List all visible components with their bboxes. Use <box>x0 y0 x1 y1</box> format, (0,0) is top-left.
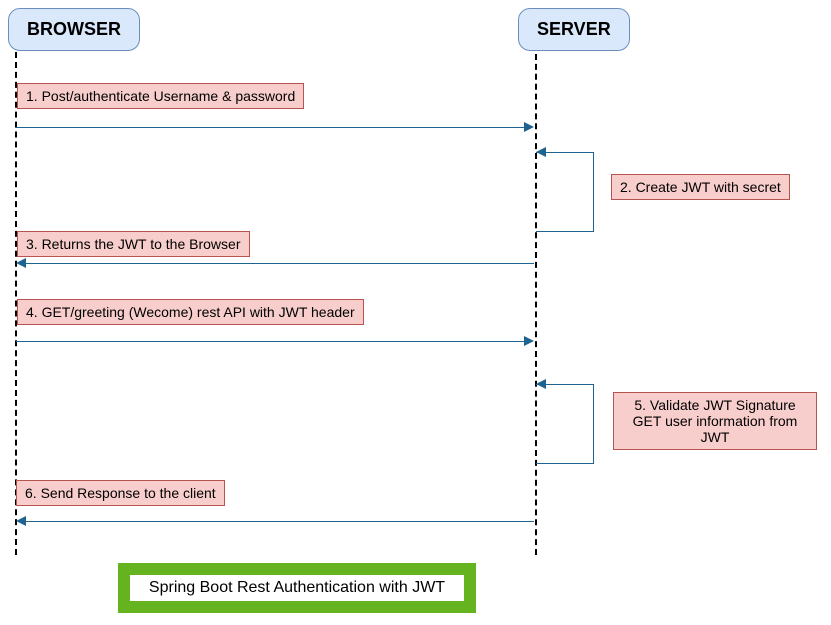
msg-step1: 1. Post/authenticate Username & password <box>17 83 304 109</box>
lifeline-server <box>535 54 537 555</box>
msg-step3-text: 3. Returns the JWT to the Browser <box>26 236 241 252</box>
participant-server: SERVER <box>518 8 630 51</box>
msg-step5-text: 5. Validate JWT Signature GET user infor… <box>633 397 798 445</box>
selfloop-step5 <box>536 384 594 464</box>
arrow-step6 <box>26 521 534 522</box>
msg-step4-text: 4. GET/greeting (Wecome) rest API with J… <box>26 304 355 320</box>
selfloop-step2 <box>536 152 594 232</box>
arrow-head-step4 <box>524 336 534 346</box>
arrow-head-step3 <box>16 258 26 268</box>
msg-step6: 6. Send Response to the client <box>16 480 225 506</box>
msg-step1-text: 1. Post/authenticate Username & password <box>26 88 295 104</box>
arrow-head-step2 <box>536 147 546 157</box>
sequence-diagram: BROWSER SERVER 1. Post/authenticate User… <box>0 0 831 625</box>
arrow-step3 <box>26 263 534 264</box>
arrow-step4 <box>16 341 524 342</box>
diagram-title: Spring Boot Rest Authentication with JWT <box>130 575 464 601</box>
msg-step5: 5. Validate JWT Signature GET user infor… <box>613 392 817 450</box>
participant-browser-label: BROWSER <box>27 19 121 39</box>
participant-browser: BROWSER <box>8 8 140 51</box>
arrow-head-step5 <box>536 379 546 389</box>
msg-step2: 2. Create JWT with secret <box>611 174 790 200</box>
participant-server-label: SERVER <box>537 19 611 39</box>
diagram-title-box: Spring Boot Rest Authentication with JWT <box>118 563 476 613</box>
msg-step2-text: 2. Create JWT with secret <box>620 179 781 195</box>
msg-step3: 3. Returns the JWT to the Browser <box>17 231 250 257</box>
arrow-step1 <box>16 127 524 128</box>
arrow-head-step6 <box>16 516 26 526</box>
msg-step4: 4. GET/greeting (Wecome) rest API with J… <box>17 299 364 325</box>
msg-step6-text: 6. Send Response to the client <box>25 485 216 501</box>
arrow-head-step1 <box>524 122 534 132</box>
